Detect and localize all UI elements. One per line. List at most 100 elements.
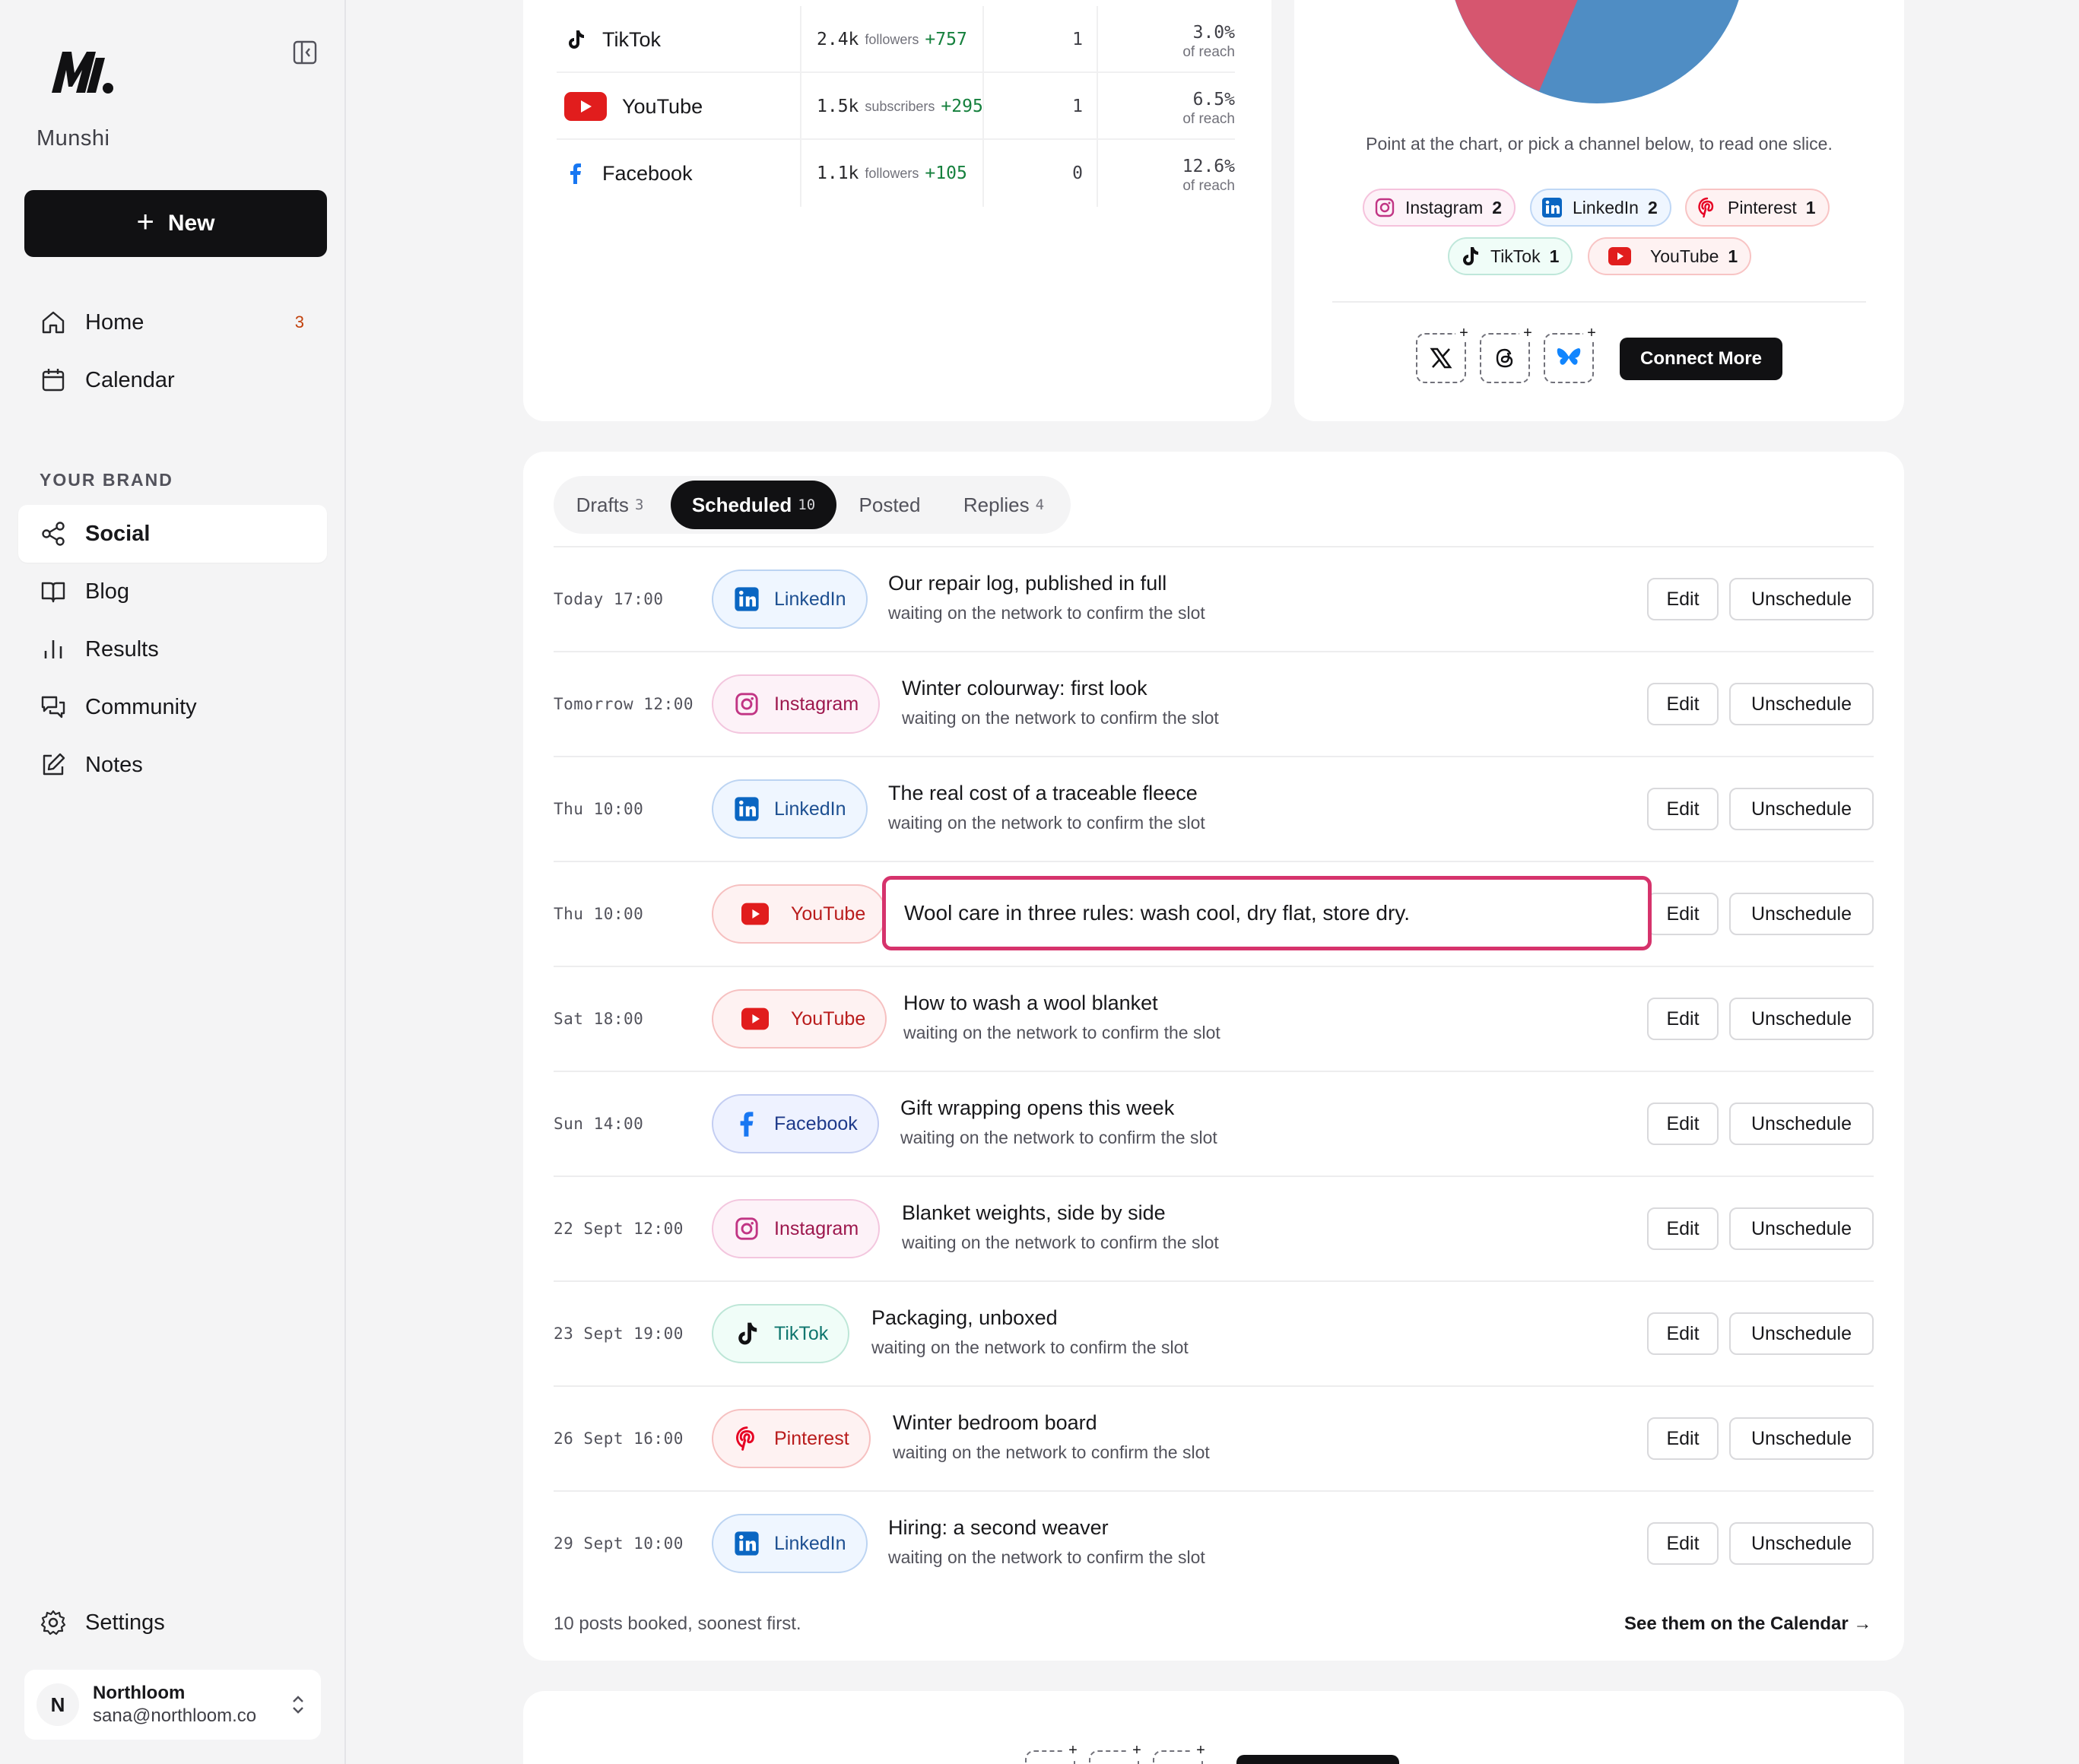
unschedule-button[interactable]: Unschedule <box>1729 1417 1874 1460</box>
edit-button[interactable]: Edit <box>1647 788 1719 830</box>
channel-chip-instagram[interactable]: Instagram <box>712 674 881 734</box>
sidebar-item-settings[interactable]: Settings <box>18 1594 327 1651</box>
edit-button[interactable]: Edit <box>1647 578 1719 620</box>
stats-row-youtube[interactable]: YouTube 1.5k subscribers +295 1 6.5% of … <box>557 73 1235 140</box>
unschedule-button[interactable]: Unschedule <box>1729 788 1874 830</box>
connect-bluesky-slot[interactable]: + <box>1544 325 1600 383</box>
channel-chip-tiktok[interactable]: TikTok <box>712 1304 850 1363</box>
munshi-logo-icon[interactable] <box>47 44 116 99</box>
post-text[interactable]: Our repair log, published in full waitin… <box>888 572 1205 623</box>
post-text[interactable]: The real cost of a traceable fleece wait… <box>888 782 1205 833</box>
post-time: Tomorrow 12:00 <box>554 695 694 713</box>
sidebar-item-results[interactable]: Results <box>18 620 327 678</box>
chart-hint: Point at the chart, or pick a channel be… <box>1366 134 1833 154</box>
channel-chip-linkedin[interactable]: LinkedIn <box>712 569 868 629</box>
unschedule-button[interactable]: Unschedule <box>1729 1207 1874 1250</box>
channel-chip-youtube[interactable]: YouTube <box>712 884 887 944</box>
post-status: waiting on the network to confirm the sl… <box>871 1337 1189 1357</box>
channel-chip-linkedin[interactable]: LinkedIn <box>712 1514 868 1573</box>
unschedule-button[interactable]: Unschedule <box>1729 1312 1874 1355</box>
post-status: waiting on the network to confirm the sl… <box>888 813 1205 833</box>
post-text[interactable]: Hiring: a second weaver waiting on the n… <box>888 1516 1205 1568</box>
post-time: 26 Sept 16:00 <box>554 1429 684 1448</box>
connect-more-button[interactable] <box>1236 1755 1399 1764</box>
audience-count: 1.5k <box>817 97 859 116</box>
edit-note-icon <box>43 753 65 776</box>
connect-slot[interactable]: + <box>1089 1743 1145 1764</box>
edit-button[interactable]: Edit <box>1647 1102 1719 1145</box>
edit-button[interactable]: Edit <box>1647 1207 1719 1250</box>
tab-scheduled[interactable]: Scheduled 10 <box>671 481 836 529</box>
linkedin-icon <box>735 1531 759 1556</box>
tab-drafts[interactable]: Drafts 3 <box>564 481 655 529</box>
post-title: Our repair log, published in full <box>888 572 1167 595</box>
connect-slot[interactable]: + <box>1153 1743 1209 1764</box>
post-text[interactable]: Packaging, unboxed waiting on the networ… <box>871 1306 1189 1358</box>
tab-replies[interactable]: Replies 4 <box>951 481 1057 529</box>
scheduled-post-row[interactable]: Sat 18:00 YouTube How to wash a wool bla… <box>554 967 1874 1071</box>
chip-linkedin[interactable]: LinkedIn 2 <box>1530 189 1671 227</box>
post-text[interactable]: Gift wrapping opens this week waiting on… <box>900 1096 1217 1148</box>
channel-chip-instagram[interactable]: Instagram <box>712 1199 881 1258</box>
channel-chip-youtube[interactable]: YouTube <box>712 989 887 1049</box>
scheduled-post-row[interactable]: Thu 10:00 LinkedIn The real cost of a tr… <box>554 757 1874 861</box>
edit-button[interactable]: Edit <box>1647 1522 1719 1565</box>
edit-button[interactable]: Edit <box>1647 683 1719 725</box>
connect-slot[interactable]: + <box>1025 1743 1081 1764</box>
stats-row-tiktok[interactable]: TikTok 2.4k followers +757 1 3.0% of rea… <box>557 6 1235 73</box>
unschedule-button[interactable]: Unschedule <box>1729 998 1874 1040</box>
connect-more-button[interactable]: Connect More <box>1620 338 1782 380</box>
collapse-sidebar-icon[interactable] <box>292 40 318 65</box>
scheduled-post-row[interactable]: 26 Sept 16:00 Pinterest Winter bedroom b… <box>554 1387 1874 1490</box>
edit-button[interactable]: Edit <box>1647 1417 1719 1460</box>
channel-chip-label: Pinterest <box>774 1427 849 1449</box>
queue-summary: 10 posts booked, soonest first. <box>554 1613 801 1634</box>
sidebar-item-social[interactable]: Social <box>18 505 327 563</box>
account-switcher[interactable]: N Northloom sana@northloom.co <box>24 1670 321 1740</box>
sidebar-item-blog[interactable]: Blog <box>18 563 327 620</box>
stats-row-facebook[interactable]: Facebook 1.1k followers +105 0 12.6% of … <box>557 140 1235 207</box>
tab-posted[interactable]: Posted <box>844 481 935 529</box>
edit-button[interactable]: Edit <box>1647 1312 1719 1355</box>
linkedin-icon <box>735 797 759 821</box>
unschedule-button[interactable]: Unschedule <box>1729 578 1874 620</box>
scheduled-post-row[interactable]: 29 Sept 10:00 LinkedIn Hiring: a second … <box>554 1492 1874 1595</box>
unschedule-button[interactable]: Unschedule <box>1729 1522 1874 1565</box>
sidebar-item-community[interactable]: Community <box>18 678 327 736</box>
unschedule-button[interactable]: Unschedule <box>1729 1102 1874 1145</box>
unschedule-button[interactable]: Unschedule <box>1729 683 1874 725</box>
channel-chip-facebook[interactable]: Facebook <box>712 1094 879 1153</box>
chip-instagram[interactable]: Instagram 2 <box>1363 189 1516 227</box>
chip-tiktok[interactable]: TikTok 1 <box>1448 237 1573 275</box>
channel-mix-pie-chart[interactable] <box>1445 0 1749 106</box>
scheduled-post-row[interactable]: Today 17:00 LinkedIn Our repair log, pub… <box>554 547 1874 651</box>
unschedule-button[interactable]: Unschedule <box>1729 893 1874 935</box>
connect-threads-slot[interactable]: + <box>1480 325 1536 383</box>
channel-chip-pinterest[interactable]: Pinterest <box>712 1409 871 1468</box>
sidebar-item-notes[interactable]: Notes <box>18 736 327 794</box>
reach-cell: 6.5% of reach <box>1098 73 1235 140</box>
edit-button[interactable]: Edit <box>1647 998 1719 1040</box>
chip-youtube[interactable]: YouTube 1 <box>1588 237 1752 275</box>
post-title-inline-editor[interactable]: Wool care in three rules: wash cool, dry… <box>882 876 1652 950</box>
gear-icon <box>40 1610 66 1636</box>
chip-count: 2 <box>1647 197 1658 217</box>
tiktok-icon <box>738 1322 757 1345</box>
edit-button[interactable]: Edit <box>1647 893 1719 935</box>
scheduled-post-row[interactable]: Sun 14:00 Facebook Gift wrapping opens t… <box>554 1072 1874 1175</box>
post-text[interactable]: Winter colourway: first look waiting on … <box>902 677 1219 728</box>
sidebar-item-calendar[interactable]: Calendar <box>18 351 327 409</box>
post-text[interactable]: How to wash a wool blanket waiting on th… <box>903 991 1220 1043</box>
reach-percent: 3.0% <box>1192 23 1235 43</box>
channel-chip-linkedin[interactable]: LinkedIn <box>712 779 868 839</box>
post-text[interactable]: Winter bedroom board waiting on the netw… <box>893 1411 1210 1463</box>
scheduled-post-row[interactable]: 22 Sept 12:00 Instagram Blanket weights,… <box>554 1177 1874 1280</box>
see-calendar-link[interactable]: See them on the Calendar → <box>1624 1613 1871 1635</box>
scheduled-post-row[interactable]: 23 Sept 19:00 TikTok Packaging, unboxed … <box>554 1282 1874 1385</box>
scheduled-post-row[interactable]: Tomorrow 12:00 Instagram Winter colourwa… <box>554 652 1874 756</box>
new-button[interactable]: + New <box>24 190 327 257</box>
sidebar-item-home[interactable]: Home 3 <box>18 293 327 351</box>
connect-x-slot[interactable]: + <box>1416 325 1472 383</box>
chip-pinterest[interactable]: Pinterest 1 <box>1685 189 1830 227</box>
post-text[interactable]: Blanket weights, side by side waiting on… <box>902 1201 1219 1253</box>
